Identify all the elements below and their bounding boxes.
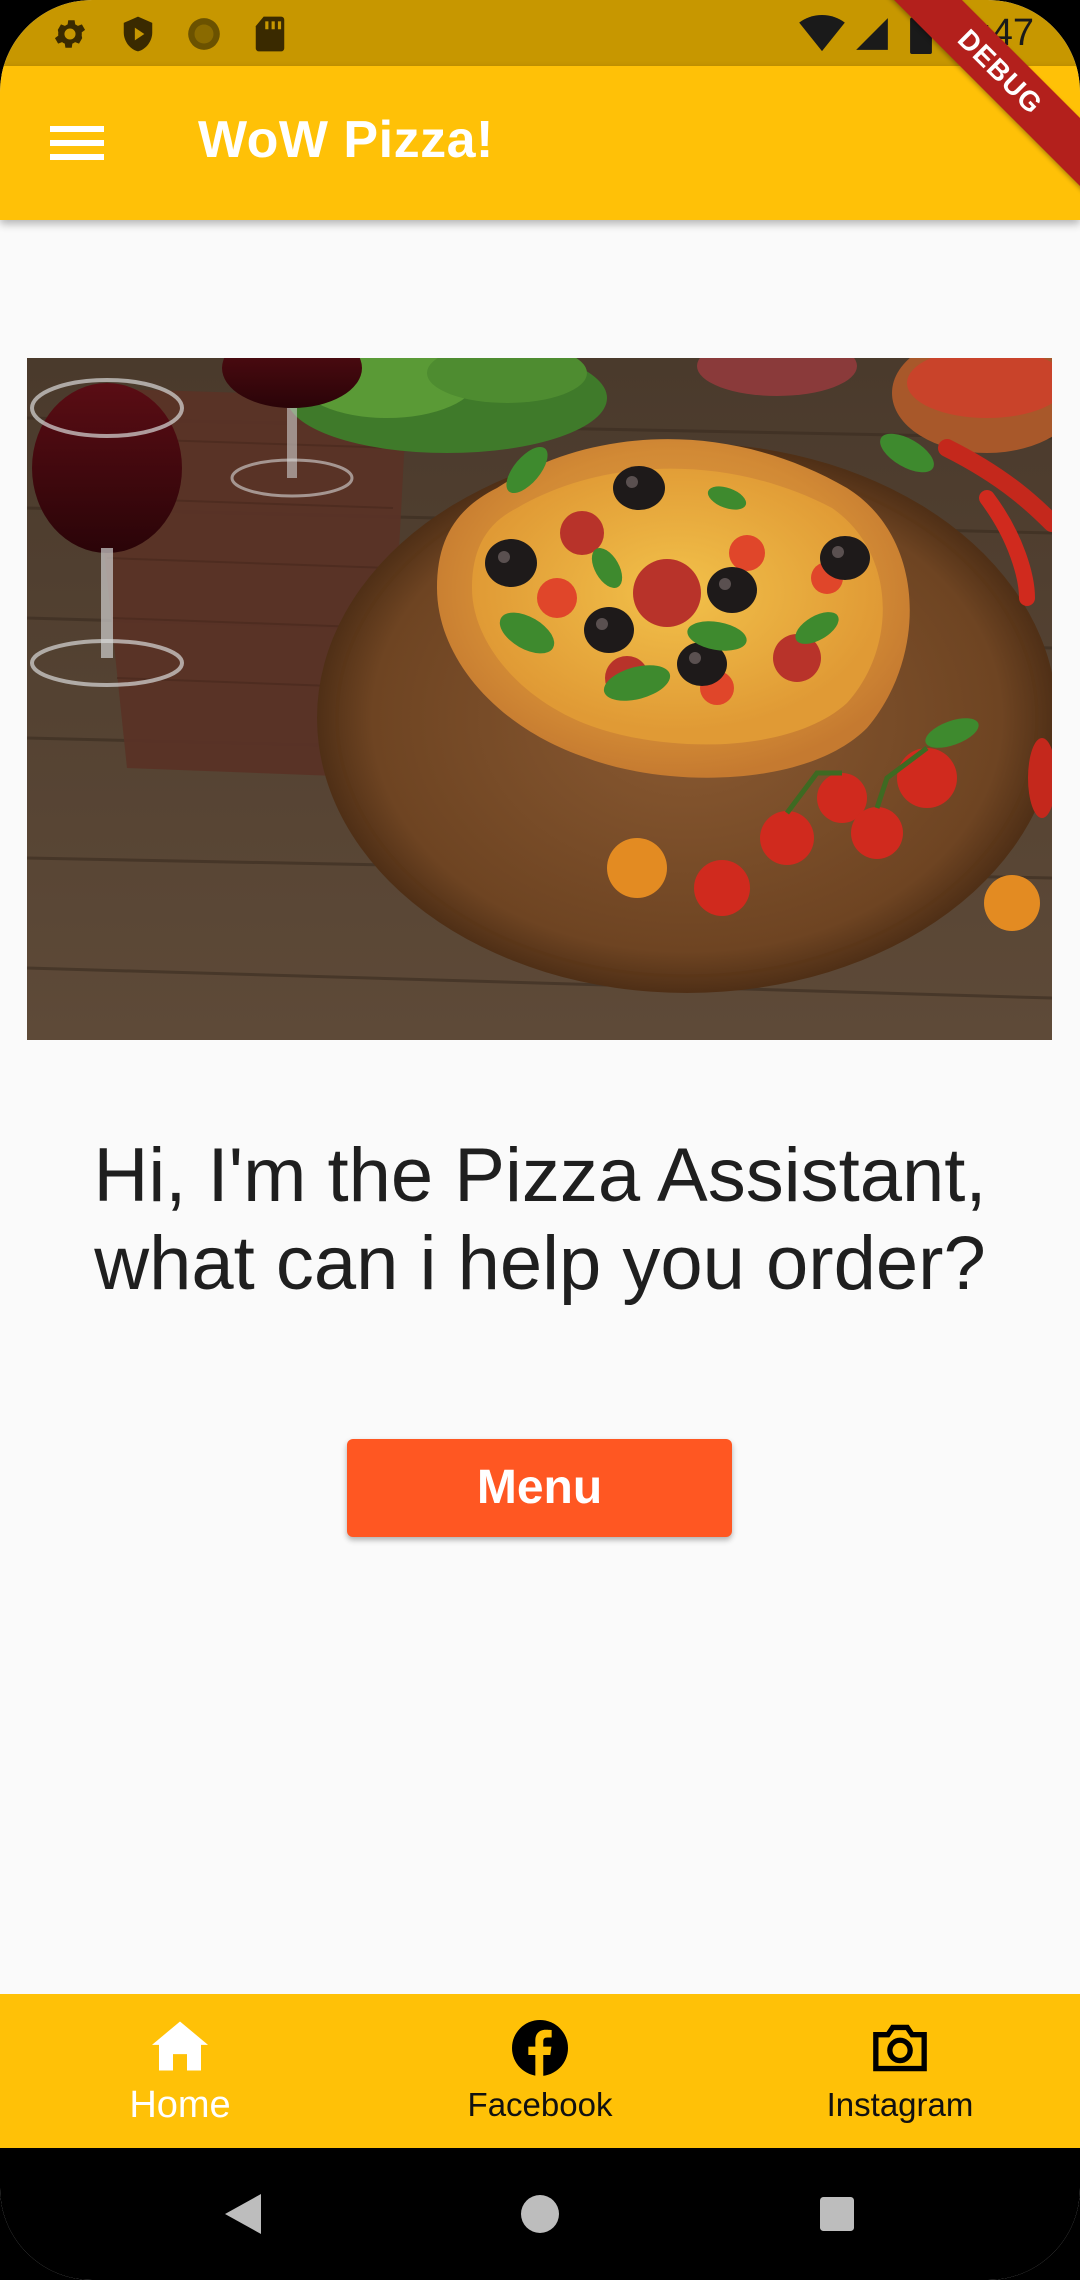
nav-label-facebook: Facebook: [467, 2086, 613, 2123]
nav-item-home[interactable]: Home: [0, 1994, 360, 2148]
nav-item-facebook[interactable]: Facebook: [360, 1994, 720, 2148]
app-bar: WoW Pizza!: [0, 66, 1080, 220]
menu-button[interactable]: Menu: [347, 1439, 732, 1537]
pizza-photo: [27, 358, 1052, 1040]
back-icon[interactable]: [211, 2182, 275, 2246]
home-icon: [150, 2016, 210, 2076]
recents-square-icon[interactable]: [805, 2182, 869, 2246]
facebook-icon: [510, 2018, 570, 2078]
wifi-icon: [798, 14, 846, 54]
camera-icon: [870, 2018, 930, 2078]
circle-icon: [184, 14, 224, 54]
greeting-text: Hi, I'm the Pizza Assistant, what can i …: [40, 1132, 1040, 1308]
bottom-navigation: Home Facebook Instagram: [0, 1994, 1080, 2148]
greeting-line-2: what can i help you order?: [94, 1221, 986, 1306]
system-navigation-bar: [0, 2148, 1080, 2280]
app-title: WoW Pizza!: [198, 111, 494, 169]
phone-screen: 7:47 DEBUG WoW Pizza! Hi, I'm the Pizza …: [0, 0, 1080, 2280]
greeting-line-1: Hi, I'm the Pizza Assistant,: [93, 1133, 987, 1218]
signal-icon: [852, 14, 892, 54]
hamburger-menu-icon[interactable]: [42, 114, 112, 172]
home-circle-icon[interactable]: [508, 2182, 572, 2246]
nav-item-instagram[interactable]: Instagram: [720, 1994, 1080, 2148]
nav-label-instagram: Instagram: [826, 2086, 974, 2123]
sd-card-icon: [250, 14, 290, 54]
nav-label-home: Home: [129, 2084, 231, 2126]
shield-play-icon: [118, 14, 158, 54]
gear-icon: [50, 14, 90, 54]
